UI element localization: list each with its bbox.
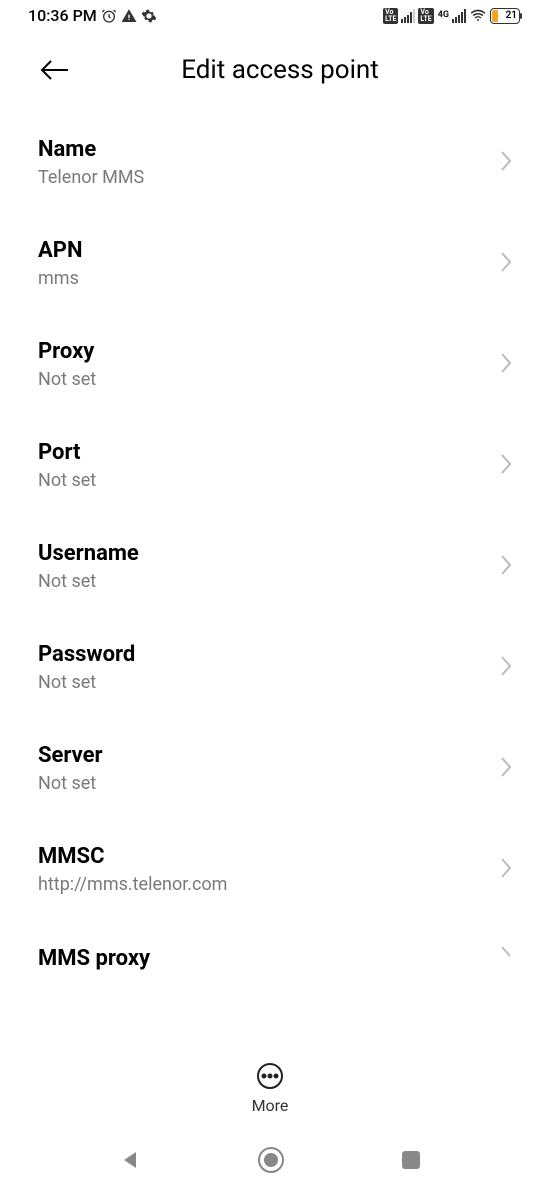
setting-value: Not set [38,571,139,592]
status-left: 10:36 PM [28,6,157,25]
settings-list: Name Telenor MMS APN mms Proxy Not set P… [0,113,540,977]
setting-username[interactable]: Username Not set [38,517,512,618]
volte-icon: VoLTE [383,8,398,24]
status-right: VoLTE VoLTE 4G 21 [383,8,520,24]
back-button[interactable] [40,59,80,81]
status-time: 10:36 PM [28,6,97,25]
setting-label: Server [38,743,103,768]
signal-1-icon [401,9,415,23]
gear-icon [141,8,157,24]
chevron-right-icon [500,352,512,378]
setting-value: http://mms.telenor.com [38,874,227,895]
page-title: Edit access point [80,55,520,85]
volte-icon-2: VoLTE [418,8,433,24]
setting-password[interactable]: Password Not set [38,618,512,719]
setting-apn[interactable]: APN mms [38,214,512,315]
setting-label: Username [38,541,139,566]
chevron-right-icon [500,150,512,176]
system-nav-bar [0,1130,540,1200]
chevron-right-icon [500,453,512,479]
app-header: Edit access point [0,31,540,113]
setting-value: Not set [38,773,103,794]
setting-value: Not set [38,470,96,491]
setting-mmsc[interactable]: MMSC http://mms.telenor.com [38,820,512,921]
chevron-right-icon [500,945,512,971]
nav-back-button[interactable] [118,1148,142,1172]
more-icon [256,1062,284,1090]
setting-server[interactable]: Server Not set [38,719,512,820]
setting-name[interactable]: Name Telenor MMS [38,113,512,214]
setting-label: MMS proxy [38,946,150,971]
signal-2-icon [452,9,466,23]
setting-value: Telenor MMS [38,167,144,188]
warning-icon [121,8,137,24]
chevron-right-icon [500,756,512,782]
setting-value: mms [38,268,82,289]
nav-recent-button[interactable] [400,1149,422,1171]
network-4g-icon: 4G [438,12,449,19]
wifi-icon [469,8,487,24]
setting-label: Password [38,642,135,667]
setting-label: MMSC [38,844,227,869]
chevron-right-icon [500,857,512,883]
setting-label: Name [38,137,144,162]
setting-value: Not set [38,672,135,693]
nav-home-button[interactable] [257,1146,285,1174]
status-bar: 10:36 PM VoLTE VoLTE 4G 21 [0,0,540,31]
chevron-right-icon [500,251,512,277]
setting-mms-proxy[interactable]: MMS proxy [38,921,512,977]
chevron-right-icon [500,554,512,580]
setting-proxy[interactable]: Proxy Not set [38,315,512,416]
more-button[interactable]: More [0,1062,540,1115]
setting-port[interactable]: Port Not set [38,416,512,517]
setting-label: APN [38,238,82,263]
setting-value: Not set [38,369,96,390]
setting-label: Proxy [38,339,96,364]
chevron-right-icon [500,655,512,681]
more-label: More [252,1096,289,1115]
alarm-icon [101,8,117,24]
battery-icon: 21 [490,8,520,24]
setting-label: Port [38,440,96,465]
